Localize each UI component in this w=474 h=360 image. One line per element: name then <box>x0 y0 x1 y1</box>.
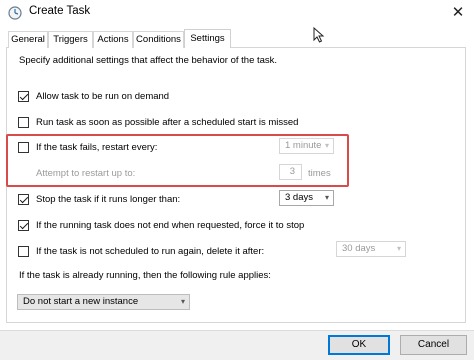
restart-on-fail-checkbox[interactable] <box>18 142 29 153</box>
restart-interval-dropdown[interactable]: 1 minute ▾ <box>279 138 334 154</box>
restart-attempts-label: Attempt to restart up to: <box>36 168 136 179</box>
chevron-down-icon: ▾ <box>324 141 329 150</box>
ok-button[interactable]: OK <box>328 335 390 355</box>
tab-triggers[interactable]: Triggers <box>48 31 93 48</box>
tab-settings[interactable]: Settings <box>184 29 231 48</box>
clock-icon <box>8 6 22 20</box>
chevron-down-icon: ▾ <box>396 244 401 253</box>
settings-intro: Specify additional settings that affect … <box>19 55 278 66</box>
delete-duration-dropdown[interactable]: 30 days ▾ <box>336 241 406 257</box>
tab-general[interactable]: General <box>8 31 48 48</box>
restart-interval-value: 1 minute <box>285 140 322 151</box>
rule-dropdown[interactable]: Do not start a new instance ▾ <box>17 294 190 310</box>
restart-on-fail-label: If the task fails, restart every: <box>36 142 158 153</box>
stop-if-longer-checkbox[interactable] <box>18 194 29 205</box>
cancel-button[interactable]: Cancel <box>400 335 467 355</box>
tab-conditions[interactable]: Conditions <box>133 31 184 48</box>
window-title: Create Task <box>29 5 91 17</box>
tab-actions[interactable]: Actions <box>93 31 133 48</box>
chevron-down-icon: ▾ <box>180 297 185 306</box>
close-icon[interactable]: ✕ <box>446 2 470 24</box>
chevron-down-icon: ▾ <box>324 193 329 202</box>
run-missed-checkbox[interactable] <box>18 117 29 128</box>
delete-unscheduled-checkbox[interactable] <box>18 246 29 257</box>
delete-duration-value: 30 days <box>342 243 376 254</box>
restart-attempts-input[interactable]: 3 <box>279 164 302 180</box>
stop-duration-dropdown[interactable]: 3 days ▾ <box>279 190 334 206</box>
stop-duration-value: 3 days <box>285 192 313 203</box>
rule-value: Do not start a new instance <box>23 296 139 307</box>
force-stop-checkbox[interactable] <box>18 220 29 231</box>
stop-if-longer-label: Stop the task if it runs longer than: <box>36 194 181 205</box>
mouse-cursor-icon <box>313 27 325 43</box>
rule-label: If the task is already running, then the… <box>19 270 271 281</box>
delete-unscheduled-label: If the task is not scheduled to run agai… <box>36 246 265 257</box>
allow-on-demand-label: Allow task to be run on demand <box>36 91 170 102</box>
run-missed-label: Run task as soon as possible after a sch… <box>36 117 299 128</box>
force-stop-label: If the running task does not end when re… <box>36 220 305 231</box>
allow-on-demand-checkbox[interactable] <box>18 91 29 102</box>
restart-attempts-unit: times <box>308 168 331 179</box>
